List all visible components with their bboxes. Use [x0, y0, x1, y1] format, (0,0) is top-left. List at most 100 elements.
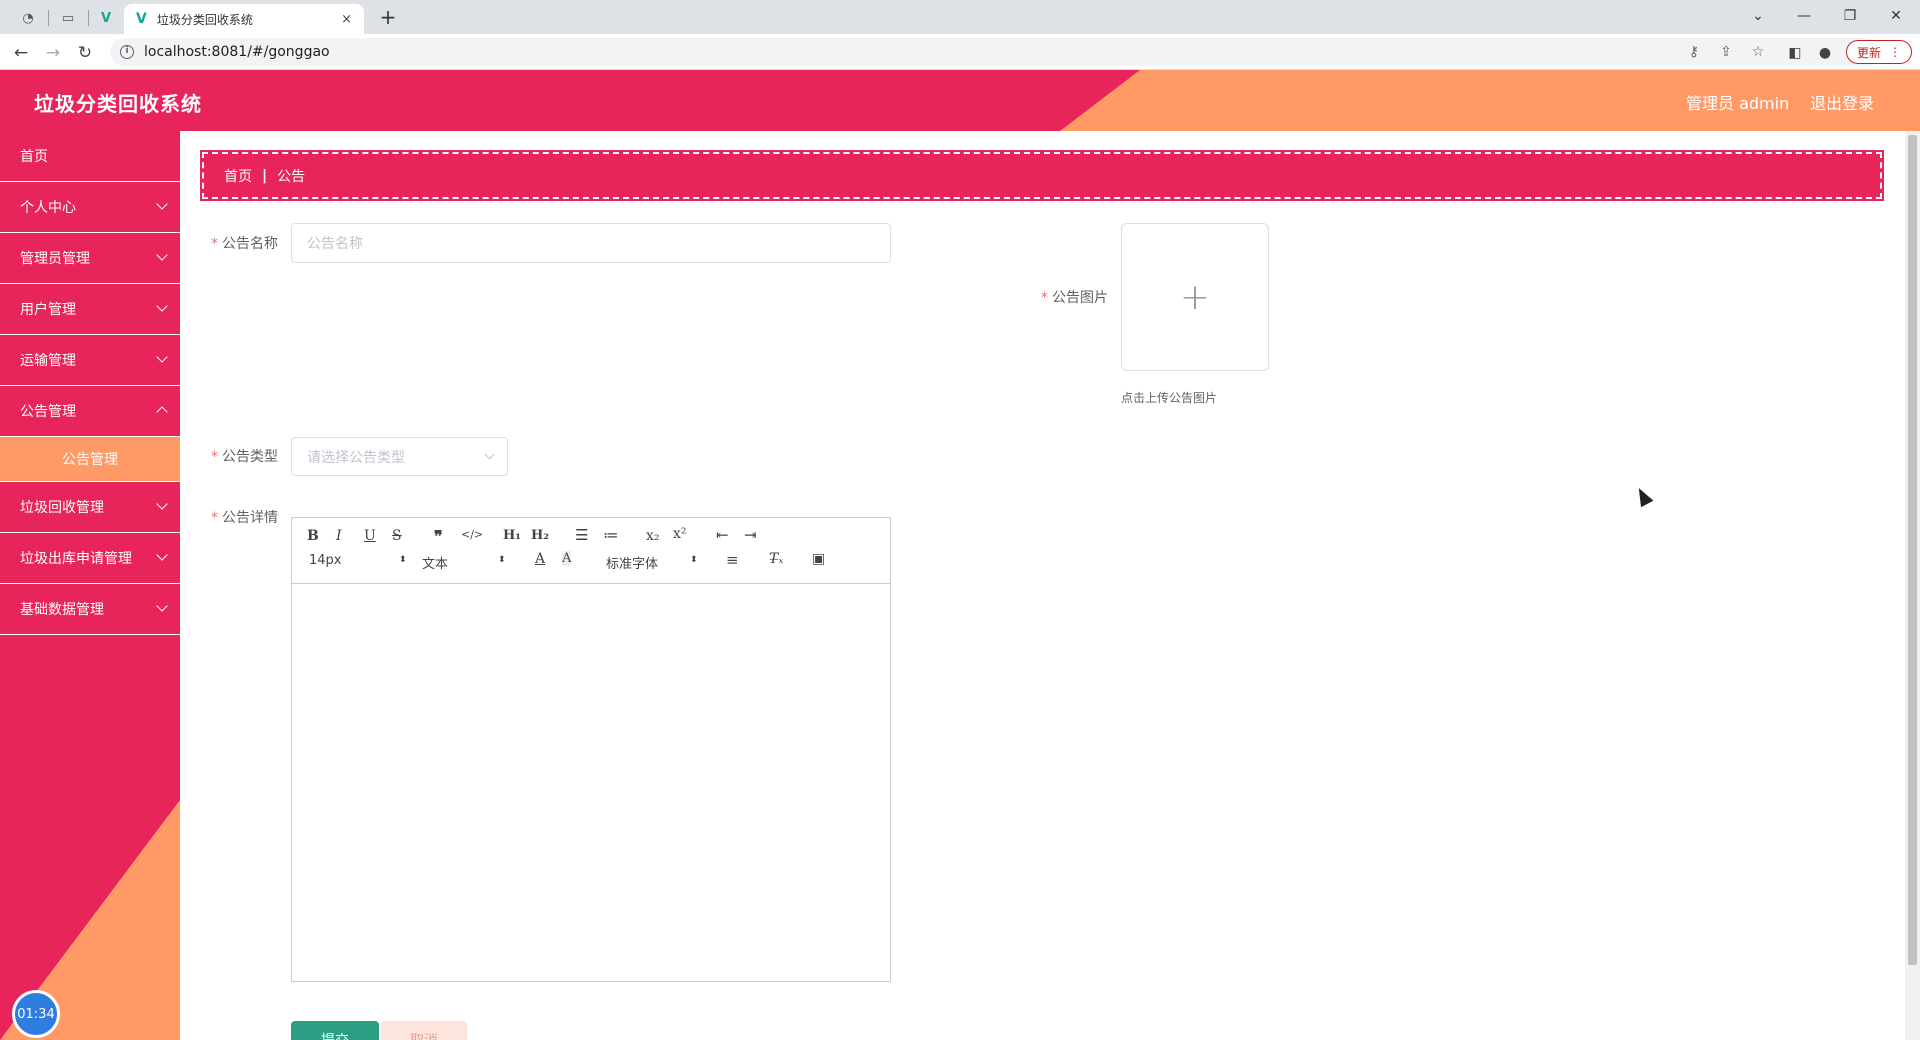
chevron-up-icon	[156, 406, 168, 418]
tab-divider	[48, 10, 49, 26]
profile-icon[interactable]: ●	[1812, 40, 1838, 66]
font-size-select[interactable]: 14px ⬍	[309, 553, 407, 568]
close-window-icon[interactable]: ✕	[1874, 4, 1918, 28]
vue-tab-icon[interactable]: V	[92, 6, 120, 30]
editor-content-area[interactable]	[292, 584, 890, 981]
blockquote-icon[interactable]: ❞	[434, 527, 443, 546]
editor-toolbar: B I U S ❞ </> H₁ H₂ ☰ ≔ x₂ x² ⇤ ⇥ 14px ⬍…	[292, 518, 890, 584]
type-label: * 公告类型	[198, 446, 278, 466]
sidebar-item-users[interactable]: 用户管理	[0, 284, 180, 335]
sidebar-item-label: 基础数据管理	[20, 602, 104, 618]
subscript-icon[interactable]: x₂	[646, 528, 660, 544]
code-block-icon[interactable]: </>	[461, 528, 483, 541]
restore-icon[interactable]: ❐	[1828, 4, 1872, 28]
sidebar-item-outbound-requests[interactable]: 垃圾出库申请管理	[0, 533, 180, 584]
address-bar[interactable]: i localhost:8081/#/gonggao ⚷ ⇪ ☆	[110, 38, 1880, 66]
sidebar-subitem-announcement-manage[interactable]: 公告管理	[0, 437, 180, 482]
sidebar: 首页 个人中心 管理员管理 用户管理 运输管理 公告管理 公告管理 垃圾回收管理…	[0, 131, 180, 1040]
active-tab[interactable]: V 垃圾分类回收系统 ×	[124, 4, 364, 34]
app-header: 垃圾分类回收系统 管理员 admin 退出登录	[0, 70, 1920, 131]
announcement-name-input[interactable]: 公告名称	[291, 223, 891, 263]
outdent-icon[interactable]: ⇤	[716, 526, 729, 544]
updown-icon: ⬍	[498, 555, 506, 565]
update-button[interactable]: 更新 ⋮	[1846, 40, 1912, 64]
sidebar-item-admin[interactable]: 管理员管理	[0, 233, 180, 284]
timer-badge[interactable]: 01:34	[12, 990, 60, 1038]
underline-icon[interactable]: U	[364, 528, 376, 544]
heading2-icon[interactable]: H₂	[531, 528, 549, 543]
mouse-cursor-icon	[1632, 484, 1654, 508]
logout-link[interactable]: 退出登录	[1810, 90, 1874, 114]
app-title: 垃圾分类回收系统	[34, 92, 202, 116]
share-icon[interactable]: ⇪	[1712, 38, 1740, 66]
sidebar-item-label: 运输管理	[20, 353, 76, 369]
browser-tab-bar: ◔ ▭ V V 垃圾分类回收系统 × + ⌄ — ❐ ✕	[0, 0, 1920, 34]
back-icon[interactable]: ←	[8, 40, 34, 66]
select-placeholder: 请选择公告类型	[307, 449, 405, 466]
announcement-type-select[interactable]: 请选择公告类型	[291, 437, 508, 476]
detail-label-text: 公告详情	[222, 510, 278, 526]
name-label: * 公告名称	[198, 233, 278, 253]
sidebar-item-label: 垃圾出库申请管理	[20, 551, 132, 567]
chevron-down-icon	[484, 449, 495, 460]
heading1-icon[interactable]: H₁	[503, 528, 521, 543]
italic-icon[interactable]: I	[336, 528, 342, 544]
breadcrumb: 首页 | 公告	[200, 150, 1884, 201]
image-label: * 公告图片	[1028, 287, 1108, 307]
chevron-down-icon	[156, 249, 168, 261]
strikethrough-icon[interactable]: S	[392, 528, 402, 544]
chevron-down-icon	[156, 549, 168, 561]
bookmark-star-icon[interactable]: ☆	[1744, 38, 1772, 66]
minimize-icon[interactable]: —	[1782, 4, 1826, 28]
breadcrumb-home[interactable]: 首页	[224, 166, 252, 186]
vue-favicon-icon: V	[136, 11, 147, 27]
plus-icon: +	[1179, 276, 1211, 318]
sidebar-item-personal-center[interactable]: 个人中心	[0, 182, 180, 233]
detail-label: * 公告详情	[198, 507, 278, 527]
text-style-value: 文本	[422, 557, 449, 572]
forward-icon[interactable]: →	[40, 40, 66, 66]
blank-tab-icon[interactable]: ▭	[54, 6, 82, 30]
background-color-icon[interactable]: A	[562, 551, 572, 566]
reload-icon[interactable]: ↻	[72, 40, 98, 66]
clear-format-icon[interactable]: T̶ₓ	[769, 551, 783, 567]
bullet-list-icon[interactable]: ≔	[603, 526, 619, 544]
sidebar-item-label: 管理员管理	[20, 251, 90, 267]
new-tab-button[interactable]: +	[376, 6, 400, 30]
bold-icon[interactable]: B	[307, 528, 319, 544]
current-user: 管理员 admin	[1686, 94, 1790, 113]
browser-toolbar: ← → ↻ i localhost:8081/#/gonggao ⚷ ⇪ ☆ ◧…	[0, 34, 1920, 70]
page-scrollbar[interactable]	[1905, 131, 1920, 1040]
font-family-select[interactable]: 标准字体 ⬍	[606, 553, 698, 572]
submit-button[interactable]: 提交	[291, 1021, 379, 1040]
cancel-button[interactable]: 取消	[381, 1021, 467, 1040]
font-family-value: 标准字体	[606, 557, 659, 572]
superscript-icon[interactable]: x²	[673, 526, 687, 542]
sidebar-item-label: 垃圾回收管理	[20, 500, 104, 516]
scrollbar-thumb[interactable]	[1908, 135, 1917, 965]
url-text: localhost:8081/#/gonggao	[144, 44, 330, 60]
sidebar-item-transport[interactable]: 运输管理	[0, 335, 180, 386]
text-style-select[interactable]: 文本 ⬍	[422, 553, 506, 572]
required-mark: *	[211, 510, 218, 526]
align-icon[interactable]: ≡	[726, 551, 739, 569]
tab-search-icon[interactable]: ⌄	[1736, 4, 1780, 28]
sidebar-item-home[interactable]: 首页	[0, 131, 180, 182]
pinned-tab-icon[interactable]: ◔	[14, 6, 42, 30]
input-placeholder: 公告名称	[307, 236, 363, 252]
tab-close-icon[interactable]: ×	[341, 12, 352, 27]
image-upload-button[interactable]: +	[1121, 223, 1269, 371]
chevron-down-icon	[156, 300, 168, 312]
sidebar-subitem-label: 公告管理	[62, 452, 118, 468]
sidebar-item-announcements[interactable]: 公告管理	[0, 386, 180, 437]
sidebar-item-base-data[interactable]: 基础数据管理	[0, 584, 180, 635]
insert-image-icon[interactable]: ▣	[812, 551, 825, 567]
side-panel-icon[interactable]: ◧	[1782, 40, 1808, 66]
key-icon[interactable]: ⚷	[1680, 38, 1708, 66]
site-info-icon[interactable]: i	[120, 45, 134, 59]
font-color-icon[interactable]: A	[535, 551, 545, 567]
sidebar-item-label: 公告管理	[20, 404, 76, 420]
ordered-list-icon[interactable]: ☰	[575, 526, 588, 544]
indent-icon[interactable]: ⇥	[744, 526, 757, 544]
sidebar-item-recycling[interactable]: 垃圾回收管理	[0, 482, 180, 533]
